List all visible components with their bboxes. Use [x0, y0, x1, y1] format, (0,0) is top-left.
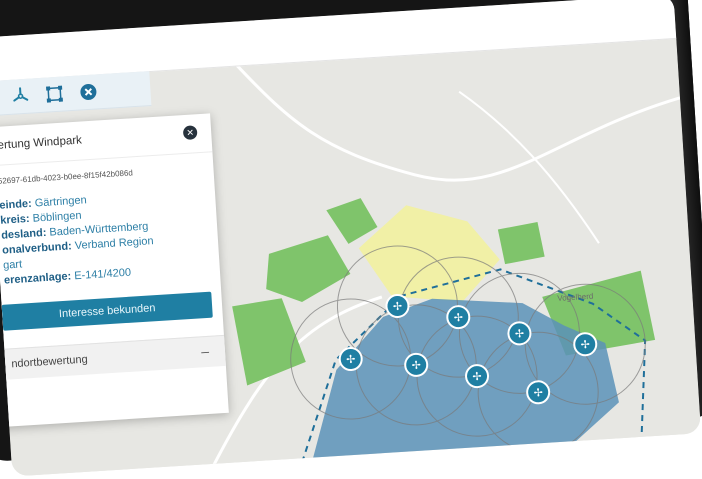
wind-turbine-icon[interactable] [10, 86, 31, 107]
windpark-id: 52697-61db-4023-b0ee-8f15f42b086d [0, 168, 134, 186]
svg-text:✢: ✢ [393, 301, 403, 314]
svg-text:✢: ✢ [411, 360, 421, 373]
svg-text:✢: ✢ [515, 328, 525, 341]
windpark-info-panel: ertung Windpark ✕ 52697-61db-4023-b0ee-8… [0, 113, 229, 428]
close-icon[interactable] [78, 81, 99, 102]
collapse-toggle[interactable]: – [201, 343, 210, 359]
panel-close-icon[interactable]: ✕ [182, 125, 198, 141]
site-rating-section[interactable]: ndortbewertung – [0, 334, 226, 381]
panel-title: ertung Windpark [0, 134, 83, 152]
svg-text:✢: ✢ [472, 371, 482, 384]
section-label: ndortbewertung [10, 353, 89, 371]
svg-text:✢: ✢ [346, 354, 356, 367]
tablet-screen: ✢ ✢ ✢ ✢ ✢ ✢ ✢ ✢ Vogelherd ertung Windpar… [0, 0, 702, 477]
polygon-select-icon[interactable] [44, 83, 65, 104]
interest-button[interactable]: Interesse bekunden [1, 291, 213, 331]
svg-text:✢: ✢ [580, 339, 590, 352]
svg-text:✢: ✢ [453, 312, 463, 325]
tablet-frame: ✢ ✢ ✢ ✢ ✢ ✢ ✢ ✢ Vogelherd ertung Windpar… [0, 0, 702, 477]
windpark-details: einde: Gärtringen kreis: Böblingen desla… [0, 189, 156, 288]
svg-text:✢: ✢ [533, 387, 543, 400]
